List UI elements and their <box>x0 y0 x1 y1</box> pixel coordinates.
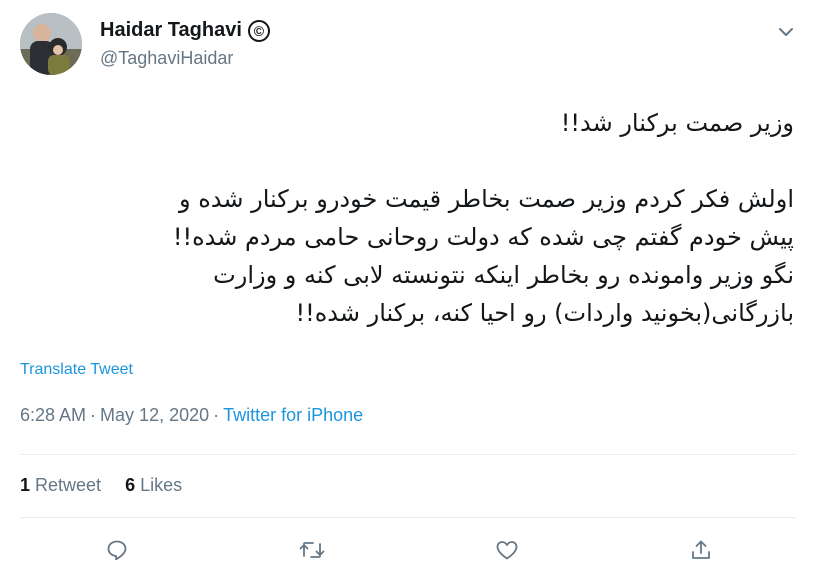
author-name[interactable]: Haidar Taghavi © <box>100 19 270 42</box>
translate-tweet-link[interactable]: Translate Tweet <box>20 361 133 379</box>
retweets-count: 1 <box>20 475 31 495</box>
retweets-stat[interactable]: 1 Retweet <box>20 475 101 496</box>
tweet-meta: 6:28 AM · May 12, 2020 · Twitter for iPhone <box>20 405 363 426</box>
tweet-line: نگو وزیر وامونده رو بخاطر اینکه نتونسته … <box>213 261 794 289</box>
tweet-time[interactable]: 6:28 AM <box>20 405 86 425</box>
avatar-image <box>20 13 82 75</box>
tweet-line: اولش فکر کردم وزیر صمت بخاطر قیمت خودرو … <box>178 185 794 213</box>
tweet-line: پیش خودم گفتم چی شده که دولت روحانی حامی… <box>172 223 794 251</box>
like-icon[interactable] <box>492 535 522 565</box>
tweet-line: وزیر صمت برکنار شد!! <box>560 109 794 137</box>
likes-label: Likes <box>140 475 183 495</box>
tweet-text: وزیر صمت برکنار شد!! اولش فکر کردم وزیر … <box>14 104 794 332</box>
tweet-date[interactable]: May 12, 2020 <box>100 405 209 425</box>
share-icon[interactable] <box>686 535 716 565</box>
avatar[interactable] <box>20 13 82 75</box>
likes-count: 6 <box>125 475 136 495</box>
tweet-line: بازرگانی(بخونید واردات) رو احیا کنه، برک… <box>295 299 794 327</box>
tweet-source-link[interactable]: Twitter for iPhone <box>223 405 363 425</box>
action-bar <box>20 535 796 569</box>
reply-icon[interactable] <box>102 535 132 565</box>
author-name-text[interactable]: Haidar Taghavi <box>100 19 242 42</box>
author-handle[interactable]: @TaghaviHaidar <box>100 48 233 69</box>
tweet-line-blank <box>14 142 794 180</box>
likes-stat[interactable]: 6 Likes <box>125 475 182 496</box>
retweets-label: Retweet <box>35 475 102 495</box>
tweet-stats: 1 Retweet 6 Likes <box>20 475 182 496</box>
meta-separator: · <box>90 405 97 425</box>
chevron-down-icon[interactable] <box>776 22 796 42</box>
divider <box>20 454 796 455</box>
retweet-icon[interactable] <box>297 535 327 565</box>
divider <box>20 517 796 518</box>
meta-separator: · <box>213 405 220 425</box>
copyright-badge-icon: © <box>247 19 270 42</box>
